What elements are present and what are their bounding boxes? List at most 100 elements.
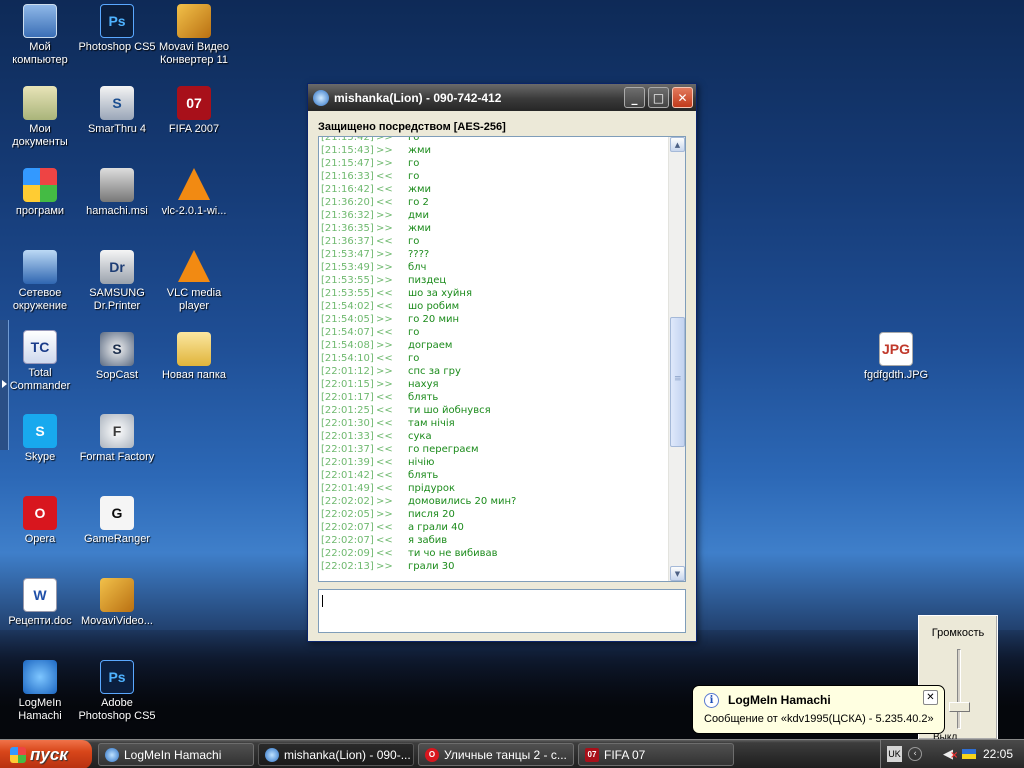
chat-message-row: [21:36:20] << го 2 xyxy=(319,196,669,209)
desktop-icon-sopcast[interactable]: S SopCast xyxy=(77,332,157,382)
chat-window-titlebar[interactable]: mishanka(Lion) - 090-742-412 _ □ ✕ xyxy=(308,84,696,111)
ukraine-flag-icon[interactable] xyxy=(962,749,976,759)
desktop-icon-logmein-hamachi[interactable]: LogMeIn Hamachi xyxy=(0,660,80,723)
desktop-icon-label: LogMeIn Hamachi xyxy=(18,697,62,722)
desktop-icon-total-commander[interactable]: TC Total Commander xyxy=(0,330,80,393)
desktop-icon-format-factory[interactable]: F Format Factory xyxy=(77,414,157,464)
vlc-cone-icon xyxy=(178,168,210,200)
taskbar-item-chat[interactable]: mishanka(Lion) - 090-... xyxy=(258,743,414,766)
desktop-icon-smarthru[interactable]: S SmarThru 4 xyxy=(77,86,157,136)
close-button[interactable]: ✕ xyxy=(672,87,693,108)
scroll-down-arrow-icon[interactable]: ▼ xyxy=(670,566,685,581)
message-text: жми xyxy=(408,145,432,156)
scroll-thumb[interactable] xyxy=(670,317,685,447)
chat-message-row: [22:01:37] << го переграєм xyxy=(319,443,669,456)
desktop-icon-network[interactable]: Сетевое окружение xyxy=(0,250,80,313)
documents-icon xyxy=(23,86,57,120)
message-timestamp: [21:53:55] xyxy=(321,275,374,286)
chat-message-row: [21:36:37] << го xyxy=(319,235,669,248)
task-label: mishanka(Lion) - 090-... xyxy=(284,747,411,762)
message-direction: >> xyxy=(376,366,393,377)
desktop-icon-vlc-player[interactable]: VLC media player xyxy=(154,250,234,313)
skype-icon: S xyxy=(23,414,57,448)
message-text: я забив xyxy=(408,535,448,546)
chat-history[interactable]: [21:15:42] >> го [21:15:43] >> жми [21:15:47] >… xyxy=(318,136,686,582)
desktop-icon-fifa-2007[interactable]: 07 FIFA 2007 xyxy=(154,86,234,136)
message-direction: >> xyxy=(376,496,393,507)
desktop-icon-my-documents[interactable]: Мои документы xyxy=(0,86,80,149)
message-timestamp: [21:54:07] xyxy=(321,327,374,338)
message-direction: << xyxy=(376,301,393,312)
printer-icon: Dr xyxy=(100,250,134,284)
maximize-button[interactable]: □ xyxy=(648,87,669,108)
opera-icon: O xyxy=(23,496,57,530)
desktop-icon-adobe-photoshop[interactable]: Ps Adobe Photoshop CS5 xyxy=(77,660,157,723)
desktop-icon-hamachi-msi[interactable]: hamachi.msi xyxy=(77,168,157,218)
chat-message-row: [21:15:42] >> го xyxy=(319,137,669,144)
message-timestamp: [21:36:35] xyxy=(321,223,374,234)
desktop-icon-programs[interactable]: програми xyxy=(0,168,80,218)
balloon-close-button[interactable]: ✕ xyxy=(923,690,938,705)
volume-slider-thumb[interactable] xyxy=(949,701,970,712)
chat-message-row: [21:54:10] << го xyxy=(319,352,669,365)
message-text: грали 30 xyxy=(408,561,455,572)
language-indicator[interactable]: UK xyxy=(887,746,902,762)
desktop-icon-vlc-installer[interactable]: vlc-2.0.1-wi... xyxy=(154,168,234,218)
chat-message-row: [22:01:17] << блять xyxy=(319,391,669,404)
desktop-icon-my-computer[interactable]: Мой компьютер xyxy=(0,4,80,67)
task-label: Уличные танцы 2 - с... xyxy=(444,747,567,762)
desktop-icon-recipes-doc[interactable]: W Рецепти.doc xyxy=(0,578,80,628)
windows-logo-icon xyxy=(23,168,57,202)
speaker-muted-icon[interactable]: ◀ xyxy=(943,747,958,762)
message-input[interactable] xyxy=(318,589,686,633)
clock[interactable]: 22:05 xyxy=(983,747,1013,761)
chat-message-row: [21:16:42] << жми xyxy=(319,183,669,196)
chat-message-row: [22:01:42] << блять xyxy=(319,469,669,482)
message-direction: >> xyxy=(376,561,393,572)
volume-track[interactable] xyxy=(957,649,961,729)
system-tray: UK ‹ ◀ 22:05 xyxy=(880,740,1024,768)
desktop-icon-gameranger[interactable]: G GameRanger xyxy=(77,496,157,546)
minimize-button[interactable]: _ xyxy=(624,87,645,108)
scroll-up-arrow-icon[interactable]: ▲ xyxy=(670,137,685,152)
show-hidden-icons-chevron-icon[interactable]: ‹ xyxy=(908,747,922,761)
desktop-icon-movavi-converter[interactable]: Movavi Видео Конвертер 11 xyxy=(154,4,234,67)
message-text: го xyxy=(408,158,420,169)
message-text: спс за гру xyxy=(408,366,461,377)
desktop-icon-movavi-video-shortcut[interactable]: MovaviVideo... xyxy=(77,578,157,628)
fifa-icon: 07 xyxy=(585,747,599,762)
start-button[interactable]: пуск xyxy=(0,740,92,768)
message-timestamp: [21:53:49] xyxy=(321,262,374,273)
desktop-icon-label: FIFA 2007 xyxy=(168,123,220,135)
chat-message-row: [21:53:47] >>???? xyxy=(319,248,669,261)
notification-balloon[interactable]: i LogMeIn Hamachi ✕ Сообщение от «kdv199… xyxy=(692,685,945,734)
message-timestamp: [22:01:25] xyxy=(321,405,374,416)
message-text: шо за хуйня xyxy=(408,288,472,299)
desktop-icon-label: Format Factory xyxy=(79,451,155,463)
vlc-cone-icon xyxy=(178,250,210,282)
message-direction: << xyxy=(376,405,393,416)
desktop-icon-opera[interactable]: O Opera xyxy=(0,496,80,546)
chat-message-row: [21:53:55] >> пиздец xyxy=(319,274,669,287)
computer-icon xyxy=(23,4,57,38)
taskbar-item-opera[interactable]: O Уличные танцы 2 - с... xyxy=(418,743,574,766)
desktop-icon-label: SAMSUNG Dr.Printer xyxy=(89,287,145,312)
message-direction: >> xyxy=(376,249,393,260)
message-direction: << xyxy=(376,184,393,195)
message-direction: << xyxy=(376,431,393,442)
message-timestamp: [21:53:47] xyxy=(321,249,374,260)
chat-scrollbar[interactable]: ▲ ▼ xyxy=(668,137,685,581)
message-timestamp: [21:15:47] xyxy=(321,158,374,169)
desktop-icon-skype[interactable]: S Skype xyxy=(0,414,80,464)
message-direction: >> xyxy=(376,379,393,390)
opera-icon: O xyxy=(425,747,439,762)
desktop-icon-jpg-file[interactable]: JPG fgdfgdth.JPG xyxy=(856,332,936,382)
taskbar-item-hamachi[interactable]: LogMeIn Hamachi xyxy=(98,743,254,766)
taskbar-item-fifa[interactable]: 07 FIFA 07 xyxy=(578,743,734,766)
desktop-icon-samsung-printer[interactable]: Dr SAMSUNG Dr.Printer xyxy=(77,250,157,313)
desktop-icon-photoshop-cs5[interactable]: Ps Photoshop CS5 xyxy=(77,4,157,54)
message-direction: << xyxy=(376,535,393,546)
desktop-icon-new-folder[interactable]: Новая папка xyxy=(154,332,234,382)
chat-message-row: [22:01:49] << прідурок xyxy=(319,482,669,495)
message-timestamp: [22:02:07] xyxy=(321,535,374,546)
